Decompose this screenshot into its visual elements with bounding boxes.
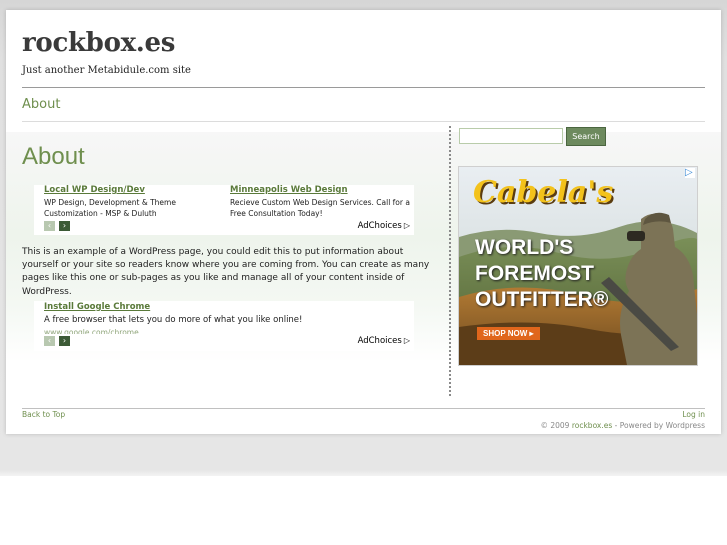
- adchoices-icon: ▷: [403, 221, 410, 230]
- adchoices-link[interactable]: AdChoices ▷: [358, 336, 410, 346]
- banner-headline-3: OUTFITTER®: [475, 288, 609, 311]
- ad-next-button[interactable]: ›: [59, 336, 70, 346]
- adchoices-triangle-icon[interactable]: ▷: [685, 168, 695, 178]
- page-content: This is an example of a WordPress page, …: [22, 247, 430, 297]
- adchoices-label: AdChoices: [357, 336, 402, 346]
- banner-headline-1: WORLD'S: [475, 236, 574, 259]
- banner-headline-2: FOREMOST: [475, 262, 594, 285]
- site-title[interactable]: rockbox.es: [22, 28, 175, 58]
- site-tagline: Just another Metabidule.com site: [22, 65, 191, 76]
- banner-cta-label: SHOP NOW: [483, 329, 528, 338]
- banner-brand: Cabela's: [473, 175, 614, 210]
- text-ad-unit-top: Local WP Design/Dev WP Design, Developme…: [34, 185, 414, 235]
- text-ad-unit-bottom: Install Google Chrome A free browser tha…: [34, 301, 414, 351]
- ad-desc-local-wp: WP Design, Development & Theme Customiza…: [44, 198, 176, 218]
- copyright-site-link[interactable]: rockbox.es: [572, 421, 612, 430]
- column-divider: [449, 126, 451, 396]
- search-input[interactable]: [459, 128, 563, 144]
- arrow-icon: ▸: [529, 329, 534, 338]
- ad-link-chrome[interactable]: Install Google Chrome: [44, 302, 150, 312]
- banner-shop-now-button[interactable]: SHOP NOW ▸: [477, 327, 540, 340]
- back-to-top-link[interactable]: Back to Top: [22, 410, 65, 419]
- ad-desc-minneapolis: Recieve Custom Web Design Services. Call…: [230, 198, 410, 218]
- page-title: About: [22, 143, 85, 170]
- ad-link-local-wp[interactable]: Local WP Design/Dev: [44, 185, 145, 195]
- adchoices-label: AdChoices: [357, 221, 402, 231]
- login-link[interactable]: Log in: [682, 410, 705, 419]
- nav-link-about[interactable]: About: [22, 97, 60, 112]
- page-container: rockbox.es Just another Metabidule.com s…: [6, 10, 721, 434]
- copyright-suffix: - Powered by Wordpress: [614, 421, 705, 430]
- ad-url-chrome[interactable]: www.google.com/chrome: [44, 328, 139, 334]
- search-button[interactable]: Search: [566, 127, 606, 146]
- ad-next-button[interactable]: ›: [59, 221, 70, 231]
- footer-divider: [22, 408, 705, 409]
- cabelas-banner-ad[interactable]: Cabela's WORLD'S FOREMOST OUTFITTER® SHO…: [458, 166, 698, 366]
- ad-prev-button[interactable]: ‹: [44, 221, 55, 231]
- ad-link-minneapolis[interactable]: Minneapolis Web Design: [230, 185, 348, 195]
- adchoices-link[interactable]: AdChoices ▷: [358, 221, 410, 231]
- ad-desc-chrome: A free browser that lets you do more of …: [44, 315, 303, 325]
- nav-divider: [22, 121, 705, 122]
- adchoices-icon: ▷: [403, 336, 410, 345]
- copyright-prefix: © 2009: [540, 421, 570, 430]
- ad-prev-button[interactable]: ‹: [44, 336, 55, 346]
- header-divider: [22, 87, 705, 88]
- copyright-text: © 2009 rockbox.es - Powered by Wordpress: [540, 421, 705, 430]
